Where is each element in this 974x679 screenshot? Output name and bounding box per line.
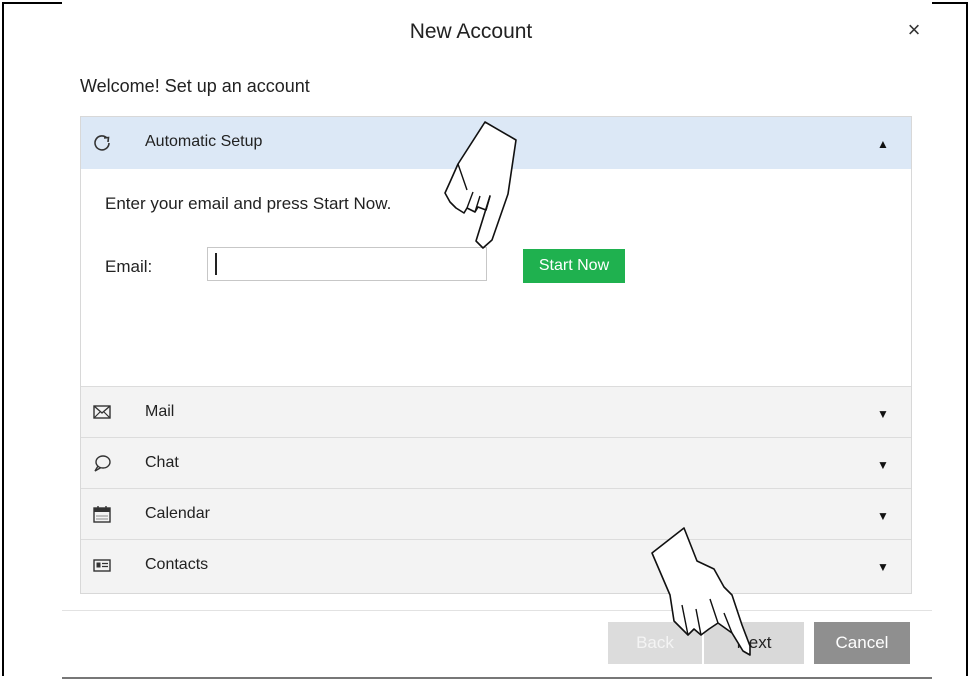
automatic-setup-content: Enter your email and press Start Now. Em… [81, 169, 911, 387]
caret-down-icon: ▼ [877, 407, 889, 421]
caret-up-icon: ▲ [877, 137, 889, 151]
next-button[interactable]: Next [704, 622, 804, 664]
close-icon[interactable]: × [902, 18, 926, 42]
caret-down-icon: ▼ [877, 560, 889, 574]
footer-divider [62, 610, 932, 611]
caret-down-icon: ▼ [877, 509, 889, 523]
text-cursor [215, 253, 217, 275]
cancel-button[interactable]: Cancel [814, 622, 910, 664]
refresh-icon [94, 135, 110, 151]
mail-label: Mail [145, 403, 175, 420]
section-calendar[interactable]: Calendar ▼ [81, 488, 911, 540]
setup-instructions: Enter your email and press Start Now. [105, 194, 392, 213]
dialog-title: New Account [409, 20, 533, 43]
section-chat[interactable]: Chat ▼ [81, 437, 911, 489]
email-field[interactable] [207, 247, 487, 281]
contacts-label: Contacts [145, 556, 209, 573]
section-mail[interactable]: Mail ▼ [81, 386, 911, 438]
back-button[interactable]: Back [608, 622, 702, 664]
section-contacts[interactable]: Contacts ▼ [81, 539, 911, 591]
speech-bubble-icon [94, 455, 111, 472]
envelope-icon [93, 405, 111, 419]
calendar-icon [93, 506, 111, 523]
start-now-button[interactable]: Start Now [523, 249, 625, 283]
welcome-heading: Welcome! Set up an account [80, 76, 310, 96]
chat-label: Chat [145, 454, 179, 471]
calendar-label: Calendar [145, 505, 210, 522]
automatic-setup-label: Automatic Setup [145, 133, 263, 150]
contact-card-icon [93, 559, 111, 572]
automatic-setup-header[interactable]: Automatic Setup ▲ [81, 117, 911, 169]
caret-down-icon: ▼ [877, 458, 889, 472]
email-label: Email: [105, 257, 153, 276]
new-account-dialog: New Account × Welcome! Set up an account… [62, 2, 932, 679]
setup-accordion: Automatic Setup ▲ Enter your email and p… [80, 116, 912, 594]
